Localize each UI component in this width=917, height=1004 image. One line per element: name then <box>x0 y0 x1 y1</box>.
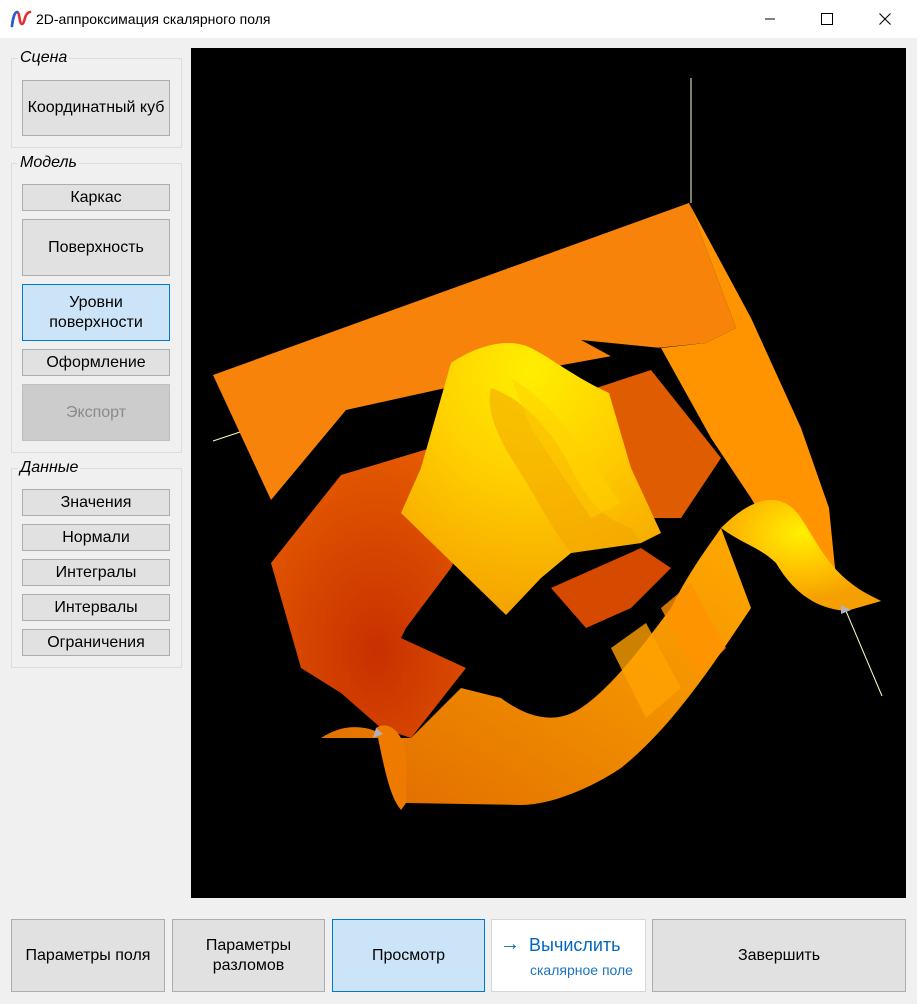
minimize-icon <box>765 18 775 20</box>
window-title: 2D-аппроксимация скалярного поля <box>36 11 271 27</box>
integrals-button[interactable]: Интегралы <box>22 559 170 586</box>
finish-button[interactable]: Завершить <box>652 919 906 992</box>
appearance-button[interactable]: Оформление <box>22 349 170 376</box>
compute-label: Вычислить <box>529 935 621 955</box>
compute-scalar-field-button[interactable]: → Вычислить скалярное поле <box>491 919 646 992</box>
wireframe-button[interactable]: Каркас <box>22 184 170 211</box>
constraints-button[interactable]: Ограничения <box>22 629 170 656</box>
app-logo-icon <box>10 10 32 28</box>
preview-button[interactable]: Просмотр <box>332 919 485 992</box>
close-icon <box>879 13 891 25</box>
maximize-icon <box>821 13 833 25</box>
export-button[interactable]: Экспорт <box>22 384 170 441</box>
close-button[interactable] <box>862 0 908 38</box>
maximize-button[interactable] <box>804 0 850 38</box>
fault-params-button[interactable]: Параметры разломов <box>172 919 325 992</box>
data-group-title: Данные <box>18 459 81 477</box>
axis-line <box>845 610 883 697</box>
title-bar: 2D-аппроксимация скалярного поля <box>0 0 917 38</box>
coordinate-cube-button[interactable]: Координатный куб <box>22 80 170 136</box>
scene-group-title: Сцена <box>18 49 70 67</box>
compute-sublabel: скалярное поле <box>530 962 633 978</box>
model-group-title: Модель <box>18 154 79 172</box>
surface-lower-strip <box>551 548 671 628</box>
intervals-button[interactable]: Интервалы <box>22 594 170 621</box>
arrow-right-icon: → <box>500 933 520 955</box>
3d-viewport[interactable] <box>191 48 906 898</box>
surface-render <box>212 78 883 810</box>
normals-button[interactable]: Нормали <box>22 524 170 551</box>
minimize-button[interactable] <box>747 0 793 38</box>
values-button[interactable]: Значения <box>22 489 170 516</box>
surface-button[interactable]: Поверхность <box>22 219 170 276</box>
field-params-button[interactable]: Параметры поля <box>11 919 165 992</box>
surface-levels-button[interactable]: Уровни поверхности <box>22 284 170 341</box>
